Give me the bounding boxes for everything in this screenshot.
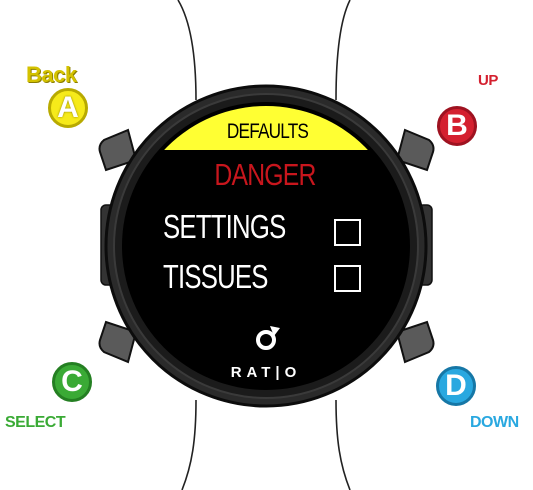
- option-settings-checkbox[interactable]: [334, 219, 361, 246]
- button-d-label: DOWN: [470, 414, 519, 431]
- button-b[interactable]: B: [437, 106, 477, 146]
- dive-computer-diagram: DEFAULTS DANGER SETTINGS TISSUES RAT|O B…: [0, 0, 533, 490]
- button-c-label: SELECT: [5, 414, 66, 431]
- option-tissues-checkbox[interactable]: [334, 265, 361, 292]
- button-d[interactable]: D: [436, 366, 476, 406]
- button-a[interactable]: A: [48, 88, 88, 128]
- button-b-label: UP: [478, 72, 498, 89]
- option-settings-label[interactable]: SETTINGS: [163, 208, 286, 246]
- button-a-label: Back: [26, 62, 77, 87]
- button-c[interactable]: C: [52, 362, 92, 402]
- option-tissues-label[interactable]: TISSUES: [163, 258, 268, 296]
